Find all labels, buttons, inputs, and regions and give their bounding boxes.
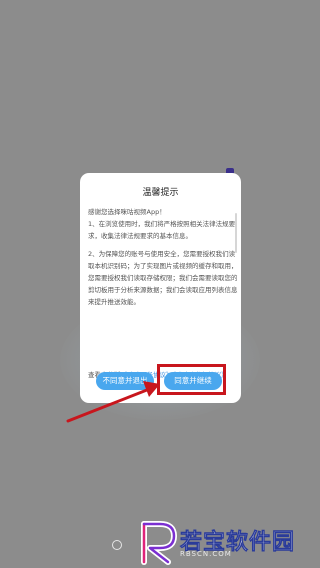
app-screen: 温馨提示 感谢您选择咪咕视频App！ 1、在浏览使用时，我们将严格按照相关法律法…	[0, 0, 320, 568]
watermark-logo-icon	[141, 521, 177, 565]
watermark: 若宝软件园 RBSCN.COM	[138, 520, 308, 566]
watermark-url: RBSCN.COM	[180, 550, 232, 558]
pointer-arrow-icon	[66, 381, 160, 423]
